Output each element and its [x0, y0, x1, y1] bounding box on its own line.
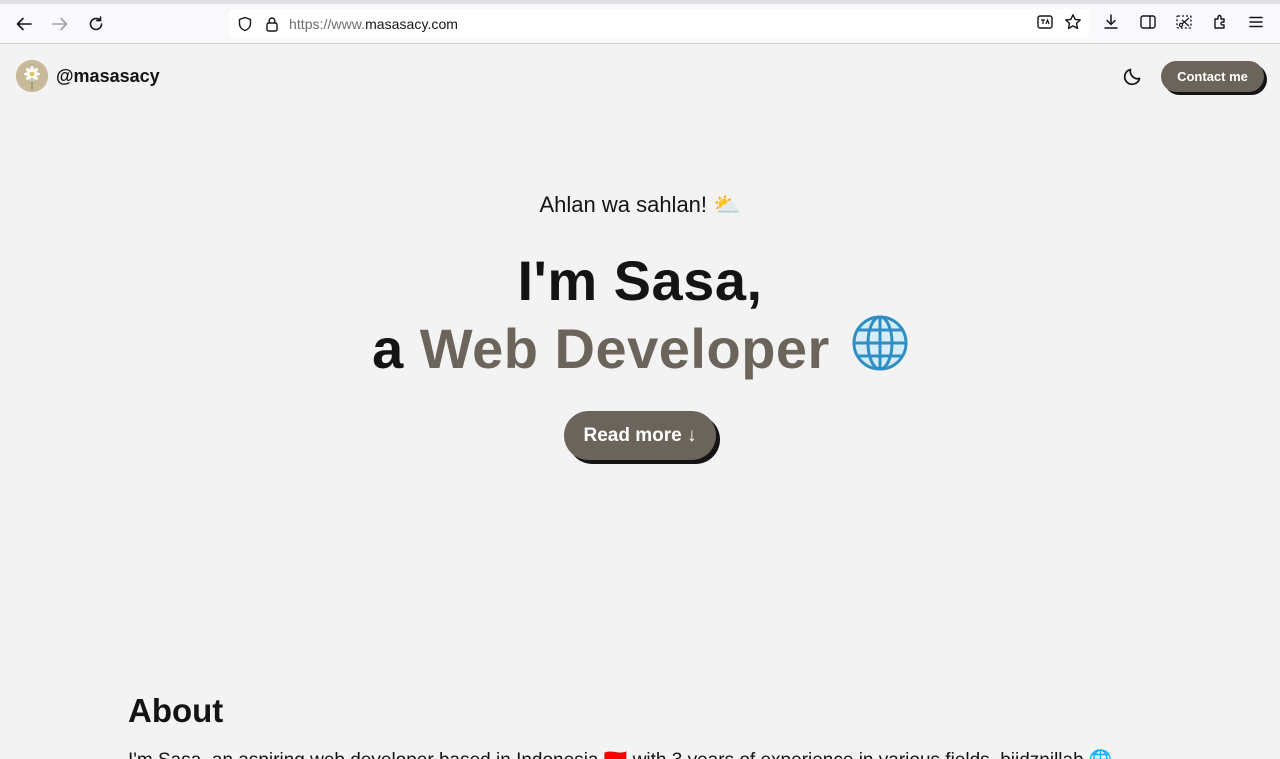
about-heading: About — [128, 692, 224, 729]
extensions-icon[interactable] — [1209, 11, 1231, 33]
reload-icon[interactable] — [84, 12, 108, 36]
sidebar-icon[interactable] — [1137, 11, 1159, 33]
url-text[interactable]: https://www.masasacy.com — [289, 16, 458, 32]
bookmark-star-icon[interactable] — [1062, 11, 1084, 33]
address-bar[interactable]: https://www.masasacy.com — [229, 9, 1089, 38]
hero-title-line2: a Web Developer — [0, 315, 1280, 388]
forward-icon[interactable] — [48, 12, 72, 36]
back-icon[interactable] — [12, 12, 36, 36]
globe-icon — [852, 315, 908, 384]
hero-greeting: Ahlan wa sahlan! ⛅ — [539, 192, 741, 217]
hero-title-prefix: a — [372, 317, 404, 380]
hero-title-line1: I'm Sasa, — [517, 249, 763, 312]
about-text: I'm Sasa, an aspiring web developer base… — [128, 748, 1113, 759]
tab-strip-edge — [0, 0, 1280, 4]
read-more-button[interactable]: Read more ↓ — [564, 411, 716, 460]
download-icon[interactable] — [1100, 11, 1122, 33]
site-handle[interactable]: @masasacy — [56, 66, 160, 87]
menu-icon[interactable] — [1245, 11, 1267, 33]
shield-icon[interactable] — [236, 15, 254, 33]
contact-button[interactable]: Contact me — [1161, 61, 1264, 92]
translate-icon[interactable] — [1034, 11, 1056, 33]
url-domain: masasacy.com — [365, 15, 458, 32]
browser-toolbar: https://www.masasacy.com — [0, 0, 1280, 44]
url-prefix: https://www. — [289, 15, 366, 32]
avatar[interactable] — [16, 60, 48, 92]
hero-title-accent: Web Developer — [419, 317, 830, 380]
site-header: @masasacy Contact me — [0, 44, 1280, 108]
daisy-icon — [16, 60, 48, 92]
moon-icon[interactable] — [1121, 64, 1145, 88]
screenshot-icon[interactable] — [1173, 11, 1195, 33]
lock-icon[interactable] — [263, 15, 281, 33]
